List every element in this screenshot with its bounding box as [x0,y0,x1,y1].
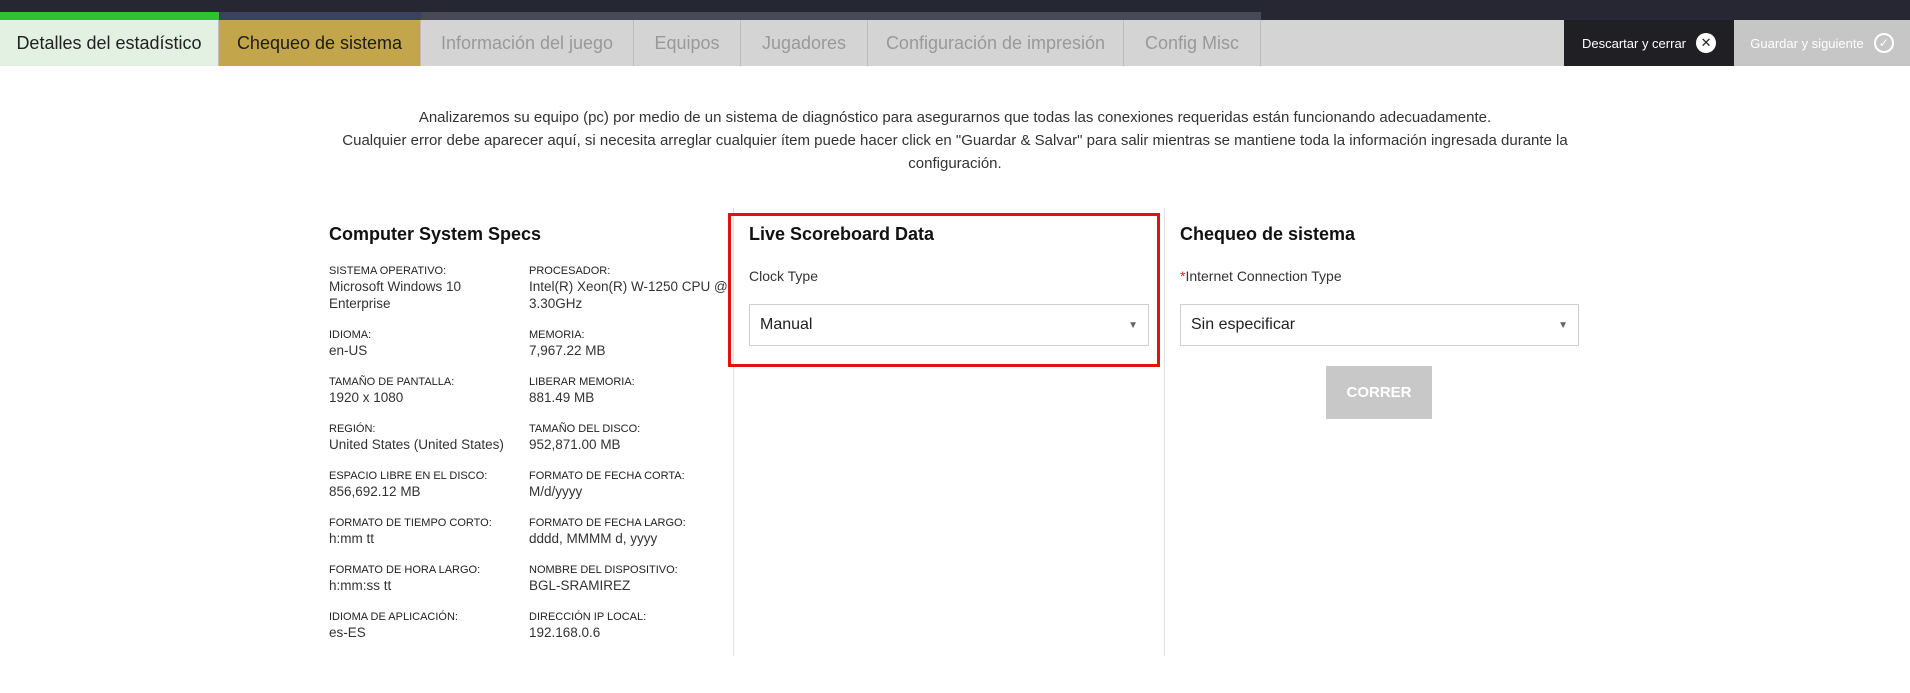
spec-label: FORMATO DE FECHA CORTA: [529,470,685,482]
clock-type-value: Manual [760,316,813,333]
spec-value: 192.168.0.6 [529,625,601,640]
clock-type-label: Clock Type [749,268,818,284]
spec-short-time: FORMATO DE TIEMPO CORTO: h:mm tt [329,516,519,547]
spec-free-memory: LIBERAR MEMORIA: 881.49 MB [529,375,729,406]
connection-type-value: Sin especificar [1191,316,1296,333]
progress-strip [0,0,1910,20]
spec-label: LIBERAR MEMORIA: [529,376,635,388]
save-label: Guardar y siguiente [1750,35,1864,51]
intro-text: Analizaremos su equipo (pc) por medio de… [300,106,1610,175]
chevron-down-icon: ▼ [1558,320,1568,331]
tab-chequeo-sistema[interactable]: Chequeo de sistema [219,20,421,66]
spec-label: NOMBRE DEL DISPOSITIVO: [529,564,678,576]
spec-label: FORMATO DE HORA LARGO: [329,564,481,576]
spec-value: BGL-SRAMIREZ [529,578,631,593]
spec-os: SISTEMA OPERATIVO: Microsoft Windows 10 … [329,264,519,312]
spec-disk-size: TAMAÑO DEL DISCO: 952,871.00 MB [529,422,729,453]
spec-value: Intel(R) Xeon(R) W-1250 CPU @ 3.30GHz [529,279,728,311]
spec-value: M/d/yyyy [529,484,583,499]
spec-value: 1920 x 1080 [329,390,404,405]
spec-label: TAMAÑO DE PANTALLA: [329,376,455,388]
spec-value: h:mm tt [329,531,375,546]
spec-value: 952,871.00 MB [529,437,621,452]
discard-label: Descartar y cerrar [1581,35,1687,51]
spec-value: Microsoft Windows 10 Enterprise [329,279,462,311]
spec-value: 7,967.22 MB [529,343,606,358]
tab-detalles-estadistico[interactable]: Detalles del estadístico [0,20,219,66]
column-divider [1164,208,1165,656]
connection-type-select[interactable]: Sin especificar ▼ [1180,304,1579,346]
spec-memory: MEMORIA: 7,967.22 MB [529,328,729,359]
spec-label: SISTEMA OPERATIVO: [329,265,447,277]
spec-label: MEMORIA: [529,329,585,341]
spec-processor: PROCESADOR: Intel(R) Xeon(R) W-1250 CPU … [529,264,729,312]
spec-device-name: NOMBRE DEL DISPOSITIVO: BGL-SRAMIREZ [529,563,729,594]
run-button[interactable]: CORRER [1326,366,1432,419]
spec-label: DIRECCIÓN IP LOCAL: [529,611,647,623]
clock-type-select[interactable]: Manual ▼ [749,304,1149,346]
spec-region: REGIÓN: United States (United States) [329,422,529,453]
intro-line-2: Cualquier error debe aparecer aquí, si n… [342,132,1568,172]
progress-step-pending [421,12,1261,20]
tab-configuracion-impresion[interactable]: Configuración de impresión [868,20,1124,66]
specs-title: Computer System Specs [329,224,542,244]
spec-short-date: FORMATO DE FECHA CORTA: M/d/yyyy [529,469,729,500]
spec-value: 881.49 MB [529,390,595,405]
tab-informacion-juego[interactable]: Información del juego [421,20,634,66]
spec-label: FORMATO DE TIEMPO CORTO: [329,517,492,529]
spec-value: h:mm:ss tt [329,578,392,593]
tab-equipos[interactable]: Equipos [634,20,741,66]
spec-label: IDIOMA DE APLICACIÓN: [329,611,458,623]
spec-label: IDIOMA: [329,329,372,341]
save-and-next-button[interactable]: Guardar y siguiente ✓ [1734,20,1910,66]
check-icon: ✓ [1873,33,1894,53]
spec-language: IDIOMA: en-US [329,328,519,359]
scoreboard-title: Live Scoreboard Data [749,224,935,244]
spec-value: en-US [329,343,368,358]
spec-label: TAMAÑO DEL DISCO: [529,423,641,435]
spec-long-date: FORMATO DE FECHA LARGO: dddd, MMMM d, yy… [529,516,729,547]
close-icon: ✕ [1696,33,1717,53]
spec-local-ip: DIRECCIÓN IP LOCAL: 192.168.0.6 [529,610,729,641]
progress-step-current [219,12,421,20]
spec-label: REGIÓN: [329,423,376,435]
spec-value: dddd, MMMM d, yyyy [529,531,658,546]
spec-label: PROCESADOR: [529,265,611,277]
tab-jugadores[interactable]: Jugadores [741,20,868,66]
system-check-title: Chequeo de sistema [1180,224,1356,244]
progress-step-complete [0,12,219,20]
spec-app-language: IDIOMA DE APLICACIÓN: es-ES [329,610,519,641]
discard-and-close-button[interactable]: Descartar y cerrar ✕ [1564,20,1734,66]
spec-screen-size: TAMAÑO DE PANTALLA: 1920 x 1080 [329,375,519,406]
spec-label: FORMATO DE FECHA LARGO: [529,517,686,529]
spec-value: 856,692.12 MB [329,484,421,499]
spec-disk-free: ESPACIO LIBRE EN EL DISCO: 856,692.12 MB [329,469,519,500]
tab-config-misc[interactable]: Config Misc [1124,20,1261,66]
intro-line-1: Analizaremos su equipo (pc) por medio de… [418,109,1492,126]
chevron-down-icon: ▼ [1128,320,1138,331]
connection-type-label: *Internet Connection Type [1180,268,1342,284]
spec-value: es-ES [329,625,366,640]
connection-type-label-text: Internet Connection Type [1185,268,1342,284]
spec-long-time: FORMATO DE HORA LARGO: h:mm:ss tt [329,563,519,594]
spec-value: United States (United States) [329,437,504,452]
spec-label: ESPACIO LIBRE EN EL DISCO: [329,470,488,482]
